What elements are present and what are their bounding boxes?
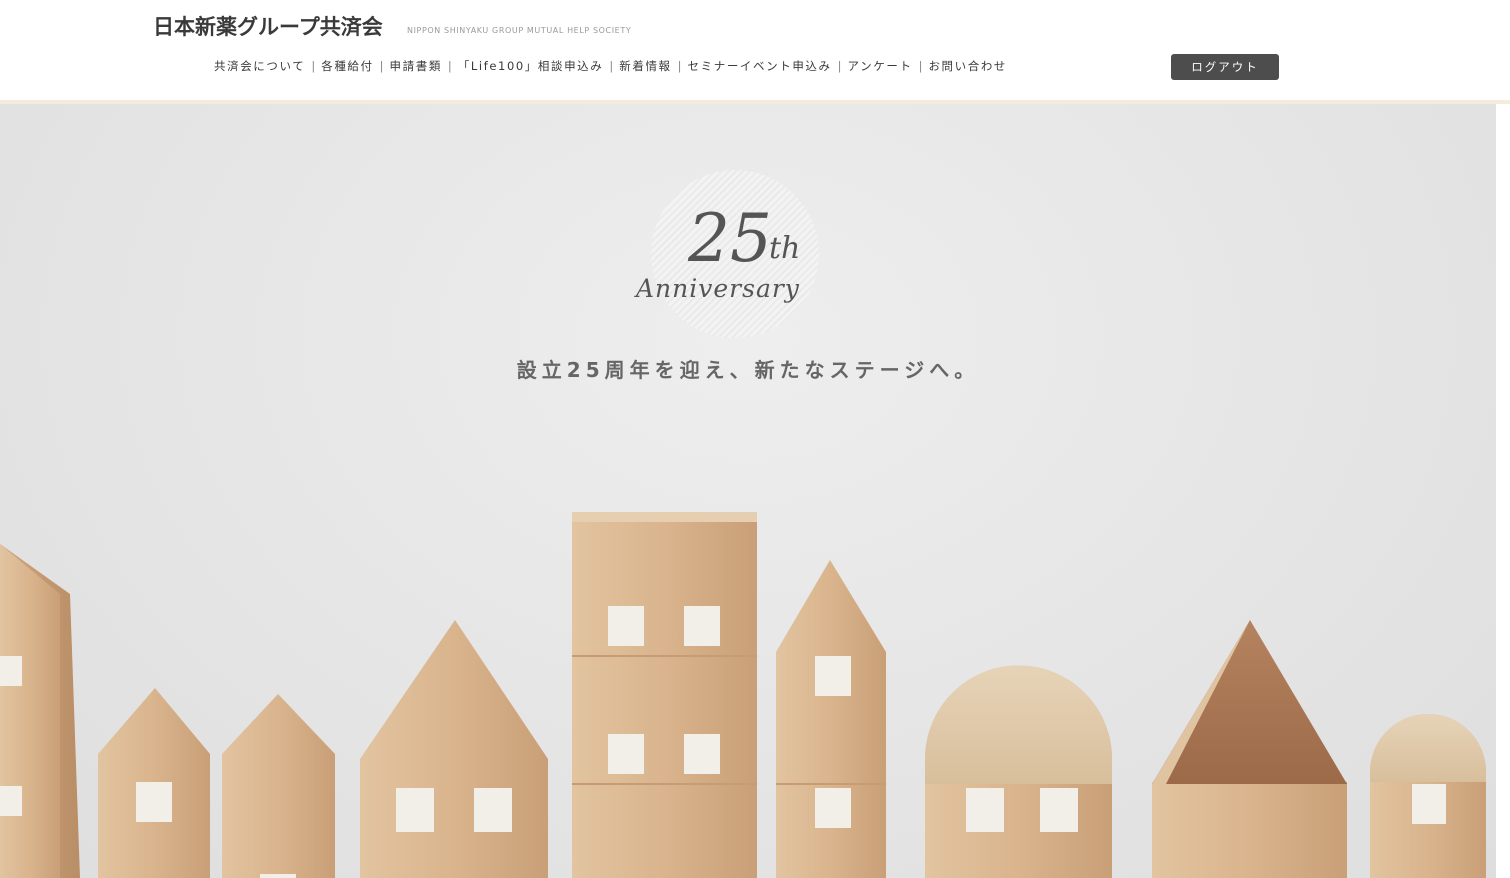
anniversary-suffix: th — [769, 231, 801, 266]
house-block-9 — [1370, 714, 1486, 878]
nav-item-seminar[interactable]: セミナーイベント申込み — [688, 58, 832, 74]
house-block-1 — [0, 544, 80, 878]
nav-item-about[interactable]: 共済会について — [214, 58, 305, 74]
nav-separator: | — [677, 59, 682, 73]
nav-item-benefits[interactable]: 各種給付 — [321, 58, 373, 74]
nav-item-life100[interactable]: 「Life100」相談申込み — [458, 58, 604, 74]
nav-item-survey[interactable]: アンケート — [848, 58, 913, 74]
nav-item-contact[interactable]: お問い合わせ — [928, 58, 1007, 74]
site-subtitle: NIPPON SHINYAKU GROUP MUTUAL HELP SOCIET… — [407, 26, 632, 35]
house-block-5 — [572, 512, 757, 878]
site-header: 日本新薬グループ共済会 NIPPON SHINYAKU GROUP MUTUAL… — [0, 0, 1510, 100]
hero-banner: 25 th Anniversary 設立25周年を迎え、新たなステージへ。 — [0, 104, 1496, 878]
nav-item-forms[interactable]: 申請書類 — [390, 58, 442, 74]
nav-separator: | — [311, 59, 316, 73]
house-block-8 — [1152, 620, 1347, 878]
house-block-2 — [98, 688, 210, 878]
nav-separator: | — [379, 59, 384, 73]
house-block-6 — [776, 560, 886, 878]
nav-separator: | — [918, 59, 923, 73]
nav-separator: | — [609, 59, 614, 73]
nav-separator: | — [447, 59, 452, 73]
site-logo[interactable]: 日本新薬グループ共済会 — [153, 11, 383, 41]
nav-separator: | — [837, 59, 842, 73]
logout-button[interactable]: ログアウト — [1171, 54, 1279, 80]
anniversary-word: Anniversary — [636, 274, 800, 303]
main-nav: 共済会について | 各種給付 | 申請書類 | 「Life100」相談申込み |… — [214, 57, 1007, 75]
house-block-4 — [360, 620, 548, 878]
house-block-3 — [222, 694, 335, 878]
anniversary-number: 25 — [688, 200, 772, 277]
nav-item-news[interactable]: 新着情報 — [619, 58, 671, 74]
hero-tagline: 設立25周年を迎え、新たなステージへ。 — [516, 358, 980, 382]
house-block-7 — [925, 665, 1112, 878]
